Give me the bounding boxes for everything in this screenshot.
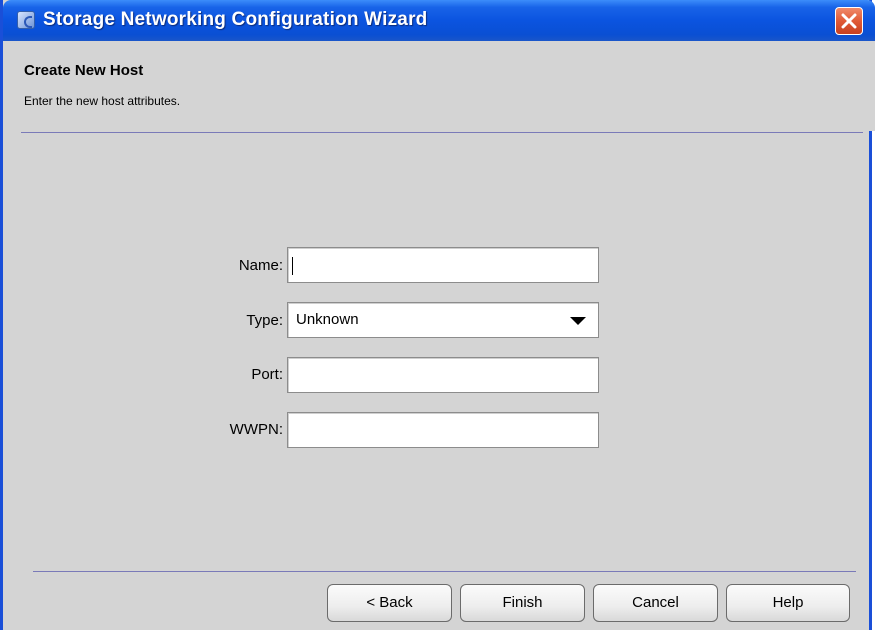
name-input[interactable] <box>287 247 599 283</box>
text-cursor <box>292 257 293 275</box>
close-button[interactable] <box>835 7 863 35</box>
page-title: Create New Host <box>24 62 144 79</box>
header-divider <box>21 132 863 133</box>
dropdown-arrow-icon[interactable] <box>570 317 586 325</box>
finish-button[interactable]: Finish <box>460 584 585 622</box>
title-bar[interactable]: Storage Networking Configuration Wizard <box>3 0 875 41</box>
port-label: Port: <box>251 366 283 383</box>
wizard-header <box>3 41 875 131</box>
window-title: Storage Networking Configuration Wizard <box>43 9 428 30</box>
wwpn-input[interactable] <box>287 412 599 448</box>
back-button[interactable]: < Back <box>327 584 452 622</box>
port-input[interactable] <box>287 357 599 393</box>
type-label: Type: <box>246 312 283 329</box>
wizard-window: Storage Networking Configuration Wizard … <box>0 0 875 630</box>
name-label: Name: <box>238 257 283 274</box>
type-select[interactable]: Unknown <box>287 302 599 338</box>
close-icon <box>841 13 857 29</box>
type-selected-value: Unknown <box>296 311 359 328</box>
page-description: Enter the new host attributes. <box>24 94 181 108</box>
app-icon <box>17 11 35 29</box>
cancel-button[interactable]: Cancel <box>593 584 718 622</box>
wwpn-label: WWPN: <box>229 421 283 438</box>
footer-divider <box>33 571 856 572</box>
help-button[interactable]: Help <box>726 584 850 622</box>
